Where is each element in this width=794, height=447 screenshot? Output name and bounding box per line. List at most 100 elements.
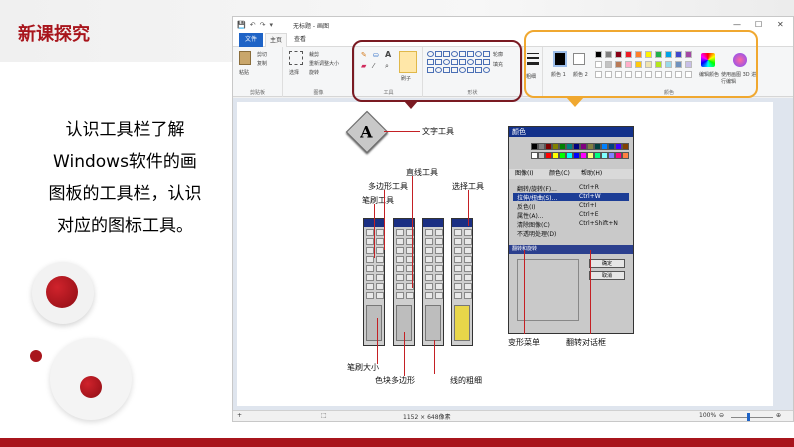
toolbox-tool-cell: [454, 247, 462, 254]
color-menu-illustration: 颜色 图像(I) 颜色(C) 帮助(H) 翻转/旋转(F)... Ctrl+R 拉伸…: [508, 126, 634, 334]
menu-item: 不透明处理(D): [517, 229, 556, 238]
tab-home[interactable]: 主页: [265, 33, 287, 47]
toolbox-tool-cell: [396, 265, 404, 272]
menu-item-label: 清除图像(C): [517, 222, 550, 229]
toolbox-tool-cell: [376, 247, 384, 254]
tab-view[interactable]: 查看: [289, 33, 311, 47]
toolbox-tool-cell: [435, 256, 443, 263]
dialog-title: 翻转和旋转: [509, 245, 633, 254]
menu-color-swatch: [587, 143, 594, 150]
toolbox-tool-cell: [366, 274, 374, 281]
label-transform-menu: 变形菜单: [508, 338, 540, 347]
menu-color-swatch: [552, 143, 559, 150]
toolbox-tool-cell: [435, 229, 443, 236]
crop-button[interactable]: 裁剪: [309, 51, 319, 58]
save-icon[interactable]: 💾: [237, 21, 246, 29]
close-icon[interactable]: ✕: [777, 20, 784, 29]
select-icon[interactable]: [289, 51, 303, 65]
tab-file[interactable]: 文件: [239, 33, 263, 47]
body-line: 图板的工具栏，认识: [48, 184, 202, 204]
toolbox-tool-cell: [376, 238, 384, 245]
menu-color-swatch: [559, 152, 566, 159]
zoom-out-icon[interactable]: ⊖: [719, 412, 724, 419]
menu-item-shortcut: Ctrl+I: [579, 202, 597, 209]
zoom-in-icon[interactable]: ⊕: [776, 412, 781, 419]
pointer-line: [404, 332, 405, 376]
clipboard-group: 粘贴 剪切 复制 剪贴板: [233, 47, 283, 97]
pointer-line: [468, 190, 469, 226]
menu-item-shortcut: Ctrl+R: [579, 184, 599, 191]
quick-access-toolbar: 💾 ↶ ↷ ▾: [237, 21, 273, 29]
menu-color-swatch: [622, 143, 629, 150]
menu-item-label: 拉伸/扭曲(S)...: [517, 195, 558, 202]
menu-item-label: 属性(A)...: [517, 213, 544, 220]
toolbox-tool-cell: [464, 274, 472, 281]
toolbox-tool-cell: [454, 238, 462, 245]
paste-icon[interactable]: [239, 51, 251, 65]
drawing-canvas[interactable]: [237, 102, 773, 406]
toolbox-header: [452, 219, 472, 227]
label-polygon-tool: 多边形工具: [368, 182, 408, 191]
menu-item: 清除图像(C) Ctrl+Shift+N: [517, 220, 618, 229]
label-color-polygon: 色块多边形: [375, 376, 415, 385]
toolbox-tool-cell: [454, 265, 462, 272]
toolbox-tool-cell: [425, 247, 433, 254]
toolbox-tool-cell: [464, 238, 472, 245]
cut-button[interactable]: 剪切: [257, 51, 267, 58]
copy-button[interactable]: 复制: [257, 60, 267, 67]
dialog-cancel-button: 取消: [589, 271, 625, 280]
paste-button[interactable]: 粘贴: [239, 69, 249, 76]
toolbox-option-panel: [425, 305, 441, 341]
toolbox-tool-cell: [425, 274, 433, 281]
menu-item-shortcut: Ctrl+E: [579, 211, 599, 218]
maximize-icon[interactable]: ☐: [755, 20, 762, 29]
toolbox-tool-cell: [425, 265, 433, 272]
group-label: 剪贴板: [249, 90, 265, 96]
menu-color-swatch: [615, 152, 622, 159]
footer-bar: [0, 438, 794, 447]
menu-color-swatch: [601, 143, 608, 150]
label-line-width: 线的粗细: [450, 376, 482, 385]
image-group: 选择 裁剪 重新调整大小 旋转 图像: [283, 47, 355, 97]
menu-color-swatch: [608, 152, 615, 159]
zoom-slider[interactable]: [731, 417, 773, 418]
toolbox-tool-cell: [366, 292, 374, 299]
customize-icon[interactable]: ▾: [269, 21, 273, 29]
toolbox-tool-cell: [425, 256, 433, 263]
toolbox-tool-cell: [435, 265, 443, 272]
label-brush-tool: 笔刷工具: [362, 196, 394, 205]
redo-icon[interactable]: ↷: [260, 21, 266, 29]
toolbox-tool-cell: [376, 265, 384, 272]
resize-button[interactable]: 重新调整大小: [309, 60, 339, 67]
toolbox-tool-cell: [396, 292, 404, 299]
menu-item: 属性(A)... Ctrl+E: [517, 211, 599, 220]
menu-color-swatch: [531, 152, 538, 159]
menu-color-swatch: [580, 143, 587, 150]
undo-icon[interactable]: ↶: [250, 21, 256, 29]
toolbox-tool-cell: [406, 292, 414, 299]
body-line: 认识工具栏了解: [65, 120, 185, 140]
pointer-line: [524, 250, 525, 334]
minimize-icon[interactable]: —: [733, 20, 741, 29]
zoom-thumb[interactable]: [747, 413, 750, 421]
menu-color-swatch: [622, 152, 629, 159]
menu-color-swatch: [566, 152, 573, 159]
toolbox-tool-cell: [396, 256, 404, 263]
toolbox-tool-cell: [454, 229, 462, 236]
toolbox-tool-cell: [464, 229, 472, 236]
toolbox-tool-cell: [366, 283, 374, 290]
rotate-button[interactable]: 旋转: [309, 69, 319, 76]
label-text-tool: 文字工具: [422, 127, 454, 136]
menu-color-swatch: [538, 152, 545, 159]
select-button[interactable]: 选择: [289, 69, 299, 76]
pointer-line: [377, 318, 378, 364]
menu-color-swatch: [580, 152, 587, 159]
body-line: Windows软件的画: [53, 152, 197, 172]
menu-color-swatch: [573, 152, 580, 159]
toolbox-tool-cell: [464, 283, 472, 290]
decor-red-dot: [30, 350, 42, 362]
toolbox-tool-cell: [464, 247, 472, 254]
toolbox-tool-cell: [366, 229, 374, 236]
menu-color-swatch: [615, 143, 622, 150]
toolbox-tool-cell: [435, 247, 443, 254]
